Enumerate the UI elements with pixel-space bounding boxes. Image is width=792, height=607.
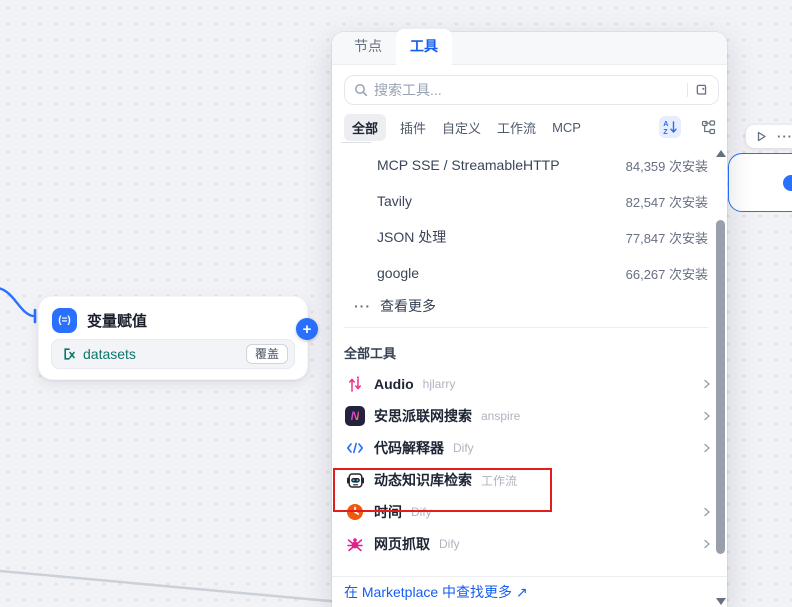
code-icon — [345, 438, 365, 458]
tree-view-button[interactable] — [697, 116, 719, 138]
install-count: 82,547 次安装 — [626, 192, 708, 211]
tool-name: 网页抓取 — [374, 534, 430, 554]
audio-icon — [345, 374, 365, 394]
chevron-right-icon — [701, 378, 713, 390]
filter-underline — [341, 142, 371, 143]
install-count: 84,359 次安装 — [626, 156, 708, 175]
ellipsis-icon: ··· — [354, 298, 371, 314]
tool-org: Dify — [411, 505, 432, 519]
node-header: (=) 变量赋值 — [39, 297, 307, 341]
sort-az-icon: A Z — [662, 119, 678, 135]
tool-row-time[interactable]: 时间 Dify — [332, 496, 727, 528]
section-divider — [344, 327, 708, 328]
tool-row-dynamic-knowledge-retrieval[interactable]: 动态知识库检索 工作流 — [332, 464, 727, 496]
overwrite-badge: 覆盖 — [246, 344, 288, 364]
tool-search-box[interactable] — [344, 75, 719, 105]
svg-text:Z: Z — [663, 127, 668, 135]
variable-assigner-icon: (=) — [52, 308, 77, 333]
tool-org: anspire — [481, 409, 520, 423]
tool-org: hjlarry — [423, 377, 456, 391]
robot-icon — [345, 470, 365, 490]
marketplace-link[interactable]: 在 Marketplace 中查找更多 ↗ — [344, 582, 528, 602]
tool-org: 工作流 — [481, 472, 517, 489]
tool-name: 动态知识库检索 — [374, 470, 472, 490]
tool-name: 时间 — [374, 502, 402, 522]
filter-workflow[interactable]: 工作流 — [497, 118, 536, 137]
popular-tool-name: Tavily — [377, 193, 412, 209]
tool-name: 代码解释器 — [374, 438, 444, 458]
popular-tool-row[interactable]: MCP SSE / StreamableHTTP 84,359 次安装 — [332, 147, 727, 183]
tools-panel: 节点 工具 全部 插件 自定义 工作流 MCP A Z — [332, 32, 727, 607]
tool-org: Dify — [453, 441, 474, 455]
anspire-icon: N — [345, 406, 365, 426]
view-more-button[interactable]: ··· 查看更多 — [332, 291, 727, 321]
scrollbar-thumb[interactable] — [716, 220, 725, 554]
search-divider — [687, 83, 688, 97]
tool-name: Audio — [374, 376, 414, 392]
filter-row: 全部 插件 自定义 工作流 MCP A Z — [344, 115, 719, 139]
play-icon[interactable] — [755, 130, 768, 143]
chevron-right-icon — [701, 506, 713, 518]
search-input[interactable] — [374, 82, 681, 98]
install-count: 66,267 次安装 — [626, 264, 708, 283]
node-mini-toolbar: ··· — [746, 125, 792, 148]
plus-icon: + — [303, 321, 312, 338]
filter-custom[interactable]: 自定义 — [442, 118, 481, 137]
edge-blue — [0, 288, 33, 316]
popular-tool-name: MCP SSE / StreamableHTTP — [377, 157, 560, 173]
scroll-up-arrow-icon[interactable] — [716, 150, 726, 157]
variable-assigner-node[interactable]: (=) 变量赋值 + datasets 覆盖 — [38, 296, 308, 380]
chevron-right-icon — [701, 410, 713, 422]
tool-row-anspire[interactable]: N 安思派联网搜索 anspire — [332, 400, 727, 432]
chevron-right-icon — [701, 538, 713, 550]
tag-filter-icon[interactable] — [694, 83, 709, 98]
more-options-icon[interactable]: ··· — [777, 130, 792, 143]
panel-tab-bar: 节点 工具 — [332, 32, 727, 65]
tool-row-web-scraper[interactable]: 网页抓取 Dify — [332, 528, 727, 560]
sort-az-button[interactable]: A Z — [659, 116, 681, 138]
popular-tool-row[interactable]: Tavily 82,547 次安装 — [332, 183, 727, 219]
tree-view-icon — [701, 120, 716, 135]
search-icon — [354, 83, 368, 97]
panel-footer: 在 Marketplace 中查找更多 ↗ — [332, 576, 727, 607]
add-next-node-button[interactable]: + — [296, 318, 318, 340]
tool-row-code-interpreter[interactable]: 代码解释器 Dify — [332, 432, 727, 464]
scroll-down-arrow-icon[interactable] — [716, 598, 726, 605]
filter-mcp[interactable]: MCP — [552, 120, 581, 135]
tab-nodes[interactable]: 节点 — [344, 29, 392, 64]
tool-row-audio[interactable]: Audio hjlarry — [332, 368, 727, 400]
filter-all[interactable]: 全部 — [344, 114, 386, 141]
view-more-label: 查看更多 — [380, 296, 436, 316]
chevron-right-icon — [701, 442, 713, 454]
popular-tool-row[interactable]: google 66,267 次安装 — [332, 255, 727, 291]
install-count: 77,847 次安装 — [626, 228, 708, 247]
popular-tool-name: google — [377, 265, 419, 281]
tab-tools[interactable]: 工具 — [396, 29, 452, 65]
tool-name: 安思派联网搜索 — [374, 406, 472, 426]
web-crawler-icon — [345, 534, 365, 554]
node-title: 变量赋值 — [87, 310, 147, 331]
variable-assigner-icon-glyph: (=) — [58, 315, 71, 326]
filter-plugins[interactable]: 插件 — [400, 118, 426, 137]
tool-list: MCP SSE / StreamableHTTP 84,359 次安装 Tavi… — [332, 147, 727, 560]
node-connection-handle[interactable] — [783, 175, 792, 191]
tool-org: Dify — [439, 537, 460, 551]
popular-tool-name: JSON 处理 — [377, 227, 446, 247]
clock-icon — [345, 502, 365, 522]
variable-name: datasets — [83, 346, 240, 362]
variable-row[interactable]: datasets 覆盖 — [51, 339, 295, 369]
section-title: 全部工具 — [344, 343, 727, 362]
popular-tool-row[interactable]: JSON 处理 77,847 次安装 — [332, 219, 727, 255]
edge-gray — [0, 571, 340, 602]
variable-icon — [61, 346, 77, 362]
panel-scrollbar[interactable] — [715, 148, 726, 607]
